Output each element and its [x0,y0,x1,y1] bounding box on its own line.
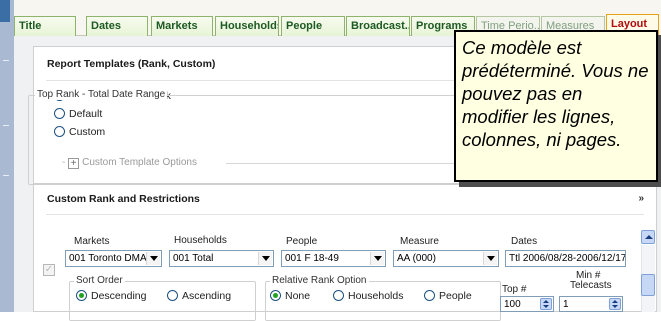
radio-icon [424,290,435,301]
households-dropdown[interactable]: 001 Total [169,250,274,267]
top-number-label: Top # [502,284,527,295]
radio-label: Descending [91,290,147,302]
tooltip-text: Ce modèle est prédéterminé. Vous ne pouv… [462,37,649,150]
divider [46,214,644,215]
dates-value: Ttl 2006/08/28-2006/12/17 [509,253,626,264]
chevron-down-icon[interactable] [258,252,272,265]
tab-dates[interactable]: Dates [86,16,148,36]
households-value: 001 Total [173,253,214,264]
people-dropdown[interactable]: 001 F 18-49 [281,250,386,267]
chevron-down-icon[interactable] [370,252,384,265]
sort-order-label: Sort Order [74,275,125,286]
min-telecasts-spinner[interactable]: 1 [559,296,623,312]
min-telecasts-value: 1 [563,299,569,310]
min-telecasts-label-2: Telecasts [570,280,612,291]
measure-value: AA (000) [397,253,436,264]
scroll-up-button[interactable] [641,230,655,244]
collapse-chevron-icon[interactable]: » [638,193,644,204]
radio-icon [333,290,344,301]
dates-label: Dates [511,236,538,247]
sort-descending-radio[interactable]: Descending [76,290,146,304]
households-label: Households [174,235,227,246]
spinner-arrows-icon[interactable] [609,298,621,310]
people-value: 001 F 18-49 [285,253,339,264]
tab-people[interactable]: People [281,16,345,36]
radio-label: Ascending [182,290,232,302]
sort-ascending-radio[interactable]: Ascending [167,290,231,304]
edge-mark [3,125,9,126]
markets-dropdown[interactable]: 001 Toronto DMA [65,250,162,267]
spinner-arrows-icon[interactable] [540,298,552,310]
template-tooltip: Ce modèle est prédéterminé. Vous ne pouv… [454,30,658,182]
enable-rank-checkbox[interactable]: ✓ [43,264,55,276]
people-label: People [286,236,318,247]
tab-households[interactable]: Households [215,16,279,36]
measure-label: Measure [400,236,439,247]
dates-dropdown[interactable]: Ttl 2006/08/28-2006/12/17 [505,250,626,267]
scrollbar-thumb[interactable] [641,274,655,296]
relative-rank-label: Relative Rank Option [270,275,369,286]
measure-dropdown[interactable]: AA (000) [393,250,499,267]
relative-households-radio[interactable]: Households [333,290,403,304]
chevron-down-icon[interactable] [483,252,497,265]
edge-mark [3,60,9,61]
report-templates-title: Report Templates (Rank, Custom) [47,58,216,70]
window-corner [0,0,10,22]
markets-label: Markets [74,236,110,247]
window-left-edge [0,0,14,312]
markets-value: 001 Toronto DMA [69,253,147,264]
top-number-value: 100 [504,299,521,310]
radio-selected-icon [76,290,87,301]
top-number-spinner[interactable]: 100 [500,296,554,312]
radio-label: People [439,290,472,302]
chevron-down-icon[interactable] [146,252,160,265]
top-rank-group-label: Top Rank - Total Date Range [35,89,168,100]
tab-title[interactable]: Title [14,16,76,36]
edge-mark [3,175,9,176]
radio-label: None [285,290,311,302]
relative-none-radio[interactable]: None [270,290,310,304]
relative-people-radio[interactable]: People [424,290,472,304]
radio-selected-icon [270,290,281,301]
radio-label: Households [348,290,404,302]
tab-broadcast[interactable]: Broadcast... [346,16,410,36]
tab-markets[interactable]: Markets [151,16,213,36]
custom-rank-title: Custom Rank and Restrictions [47,193,200,205]
radio-icon [167,290,178,301]
